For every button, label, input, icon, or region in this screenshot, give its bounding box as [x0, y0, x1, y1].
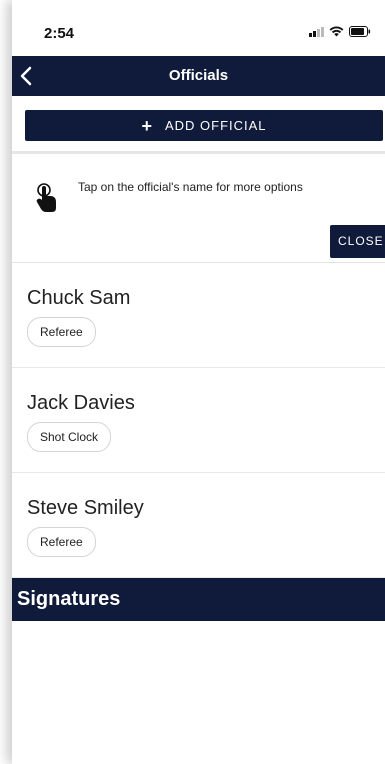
role-badge: Referee — [27, 527, 96, 557]
hint-banner: Tap on the official's name for more opti… — [12, 156, 385, 263]
phone-screen: 2:54 Officials + ADD OFFICIAL Tap on the… — [12, 0, 385, 764]
add-official-button[interactable]: + ADD OFFICIAL — [25, 110, 383, 141]
official-row[interactable]: Jack Davies Shot Clock — [12, 368, 385, 473]
role-badge: Shot Clock — [27, 422, 112, 452]
plus-icon: + — [141, 115, 153, 136]
signatures-title: Signatures — [17, 588, 121, 610]
add-official-label: ADD OFFICIAL — [164, 118, 267, 133]
official-name[interactable]: Steve Smiley — [27, 497, 144, 520]
page-title: Officials — [168, 67, 229, 84]
battery-icon — [349, 26, 371, 37]
nav-bar: Officials — [12, 56, 385, 96]
status-icons — [309, 26, 371, 37]
role-badge: Referee — [27, 317, 96, 347]
hint-text: Tap on the official's name for more opti… — [78, 180, 303, 194]
official-row[interactable]: Chuck Sam Referee — [12, 263, 385, 368]
wifi-icon — [329, 26, 344, 37]
close-button[interactable]: CLOSE — [330, 225, 385, 258]
official-name[interactable]: Jack Davies — [27, 392, 135, 415]
status-time: 2:54 — [44, 25, 75, 42]
signatures-header: Signatures — [12, 578, 385, 621]
official-row[interactable]: Steve Smiley Referee — [12, 473, 385, 578]
tap-hand-icon — [36, 183, 56, 212]
add-official-section: + ADD OFFICIAL — [12, 96, 385, 154]
signal-icon — [309, 26, 324, 37]
status-bar: 2:54 — [12, 0, 385, 56]
official-name[interactable]: Chuck Sam — [27, 287, 130, 310]
